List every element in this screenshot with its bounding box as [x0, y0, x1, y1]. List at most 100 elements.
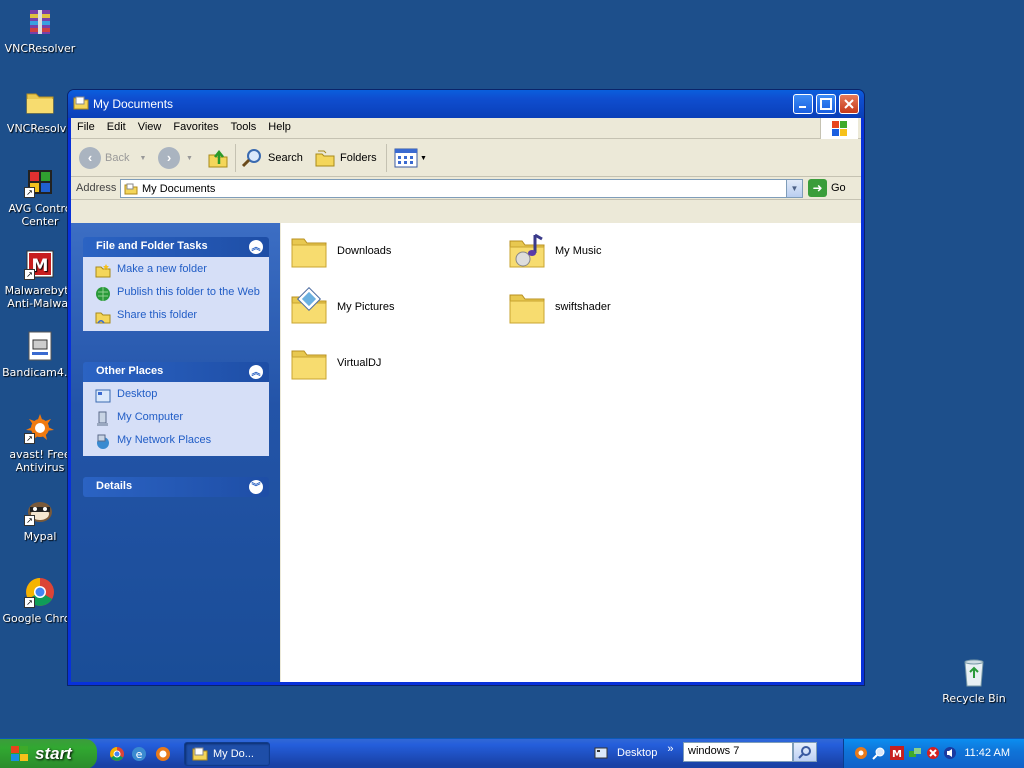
back-arrow-icon: ‹	[79, 147, 101, 169]
back-dropdown-icon[interactable]: ▼	[139, 155, 146, 162]
back-label: Back	[105, 152, 130, 164]
place-label: Desktop	[117, 388, 158, 400]
taskbar-search-input[interactable]: windows 7	[683, 742, 793, 762]
go-button[interactable]: ➜ Go	[808, 179, 846, 197]
desktop-icon-recycle-bin[interactable]: Recycle Bin	[934, 656, 1014, 705]
toolbar-expand-icon[interactable]: »	[667, 743, 673, 755]
taskbar-button-my-documents[interactable]: My Do...	[184, 742, 270, 766]
mypal-quicklaunch-icon[interactable]	[155, 746, 171, 762]
mypal-icon: ↗	[24, 494, 56, 526]
speaker-tray-icon[interactable]	[943, 746, 957, 760]
avast-tray-icon[interactable]	[854, 746, 868, 760]
folder-item-my-music[interactable]: My Music	[507, 231, 601, 271]
folder-documents-icon	[124, 183, 138, 195]
taskbar-search-button[interactable]	[793, 742, 817, 762]
folder-label: swiftshader	[555, 301, 611, 313]
menu-help[interactable]: Help	[262, 118, 297, 133]
task-label: Make a new folder	[117, 263, 207, 275]
expand-chevron-icon[interactable]: ︾	[249, 480, 263, 494]
search-button[interactable]: Search	[241, 146, 303, 170]
installer-icon	[24, 330, 56, 362]
close-button[interactable]	[839, 94, 859, 114]
views-button[interactable]: ▼	[394, 146, 427, 170]
network-tray-icon[interactable]	[908, 746, 922, 760]
clock[interactable]: 11:42 AM	[964, 747, 1010, 759]
address-field[interactable]: My Documents ▼	[120, 179, 803, 198]
back-button[interactable]: ‹ Back ▼	[79, 146, 146, 170]
network-places-icon	[97, 434, 109, 449]
chrome-icon: ↗	[24, 576, 56, 608]
minimize-icon	[799, 106, 806, 108]
folder-label: VirtualDJ	[337, 357, 382, 369]
taskbar-button-label: My Do...	[213, 748, 254, 760]
up-folder-icon	[208, 149, 228, 168]
up-folder-button[interactable]	[207, 146, 229, 170]
chrome-quicklaunch-icon[interactable]	[109, 746, 125, 762]
forward-arrow-icon: ›	[158, 147, 180, 169]
desktop-toolbar-icon	[594, 747, 608, 759]
folders-button[interactable]: Folders	[314, 146, 377, 170]
windows-flag-icon	[11, 746, 28, 761]
toolbar-separator	[386, 144, 387, 172]
music-folder-icon	[507, 231, 547, 271]
file-list: Downloads My Music My Pictures swiftshad…	[281, 223, 861, 682]
desktop-icon-vncresolver[interactable]: VNCResolver	[0, 6, 80, 55]
folder-item-my-pictures[interactable]: My Pictures	[289, 286, 394, 327]
other-places-header[interactable]: Other Places ︽	[83, 362, 269, 382]
folders-label: Folders	[340, 152, 377, 164]
views-icon	[394, 148, 418, 168]
share-folder-icon	[95, 312, 111, 324]
other-places-group: Other Places ︽ Desktop My Computer My Ne…	[83, 362, 269, 456]
search-icon	[798, 746, 811, 759]
place-my-computer[interactable]: My Computer	[95, 411, 261, 427]
window-titlebar[interactable]: My Documents	[68, 90, 864, 118]
magnifier-tray-icon[interactable]	[872, 746, 886, 760]
window-client: File Edit View Favorites Tools Help ‹ Back ▼ …	[71, 118, 861, 682]
winrar-icon	[24, 6, 56, 38]
menu-edit[interactable]: Edit	[101, 118, 132, 133]
file-folder-tasks-header[interactable]: File and Folder Tasks ︽	[83, 237, 269, 257]
address-value: My Documents	[142, 183, 216, 195]
go-arrow-icon: ➜	[808, 179, 827, 197]
views-dropdown-icon: ▼	[420, 154, 427, 162]
other-places-title: Other Places	[96, 365, 164, 377]
malwarebytes-tray-icon[interactable]: M	[890, 746, 904, 760]
desktop-icon	[95, 389, 111, 403]
task-publish-folder[interactable]: Publish this folder to the Web	[95, 286, 261, 302]
toolbar-separator	[235, 144, 236, 172]
details-group: Details ︾	[83, 477, 269, 497]
search-icon	[241, 149, 261, 168]
task-pane: File and Folder Tasks ︽ Make a new folde…	[71, 223, 280, 682]
place-desktop[interactable]: Desktop	[95, 388, 261, 404]
menu-tools[interactable]: Tools	[225, 118, 263, 133]
desktop-toolbar-label: Desktop	[617, 747, 658, 759]
folder-documents-icon	[192, 747, 208, 761]
collapse-chevron-icon[interactable]: ︽	[249, 365, 263, 379]
collapse-chevron-icon[interactable]: ︽	[249, 240, 263, 254]
folder-documents-icon	[73, 96, 89, 110]
ie-quicklaunch-icon[interactable]: e	[131, 746, 147, 762]
menu-favorites[interactable]: Favorites	[167, 118, 224, 133]
forward-button[interactable]: › ▼	[158, 146, 193, 170]
menu-view[interactable]: View	[132, 118, 168, 133]
desktop-toolbar[interactable]: Desktop »	[594, 743, 673, 759]
recycle-bin-icon	[958, 656, 990, 688]
maximize-button[interactable]	[816, 94, 836, 114]
globe-publish-icon	[96, 287, 110, 301]
minimize-button[interactable]	[793, 94, 813, 114]
folder-item-virtualdj[interactable]: VirtualDJ	[289, 343, 381, 383]
start-button[interactable]: start	[0, 739, 97, 768]
explorer-window[interactable]: My Documents File Edit View Favorites Tools H…	[67, 89, 865, 686]
address-dropdown-button[interactable]: ▼	[786, 180, 802, 197]
security-alert-tray-icon[interactable]	[926, 746, 940, 760]
details-header[interactable]: Details ︾	[83, 477, 269, 497]
folder-item-swiftshader[interactable]: swiftshader	[507, 287, 611, 327]
place-my-network-places[interactable]: My Network Places	[95, 434, 261, 450]
folder-item-downloads[interactable]: Downloads	[289, 231, 391, 271]
svg-text:e: e	[136, 748, 143, 761]
task-make-new-folder[interactable]: Make a new folder	[95, 263, 261, 279]
menu-file[interactable]: File	[71, 118, 101, 133]
forward-dropdown-icon[interactable]: ▼	[186, 155, 193, 162]
folder-label: My Music	[555, 245, 602, 257]
task-share-folder[interactable]: Share this folder	[95, 309, 261, 325]
